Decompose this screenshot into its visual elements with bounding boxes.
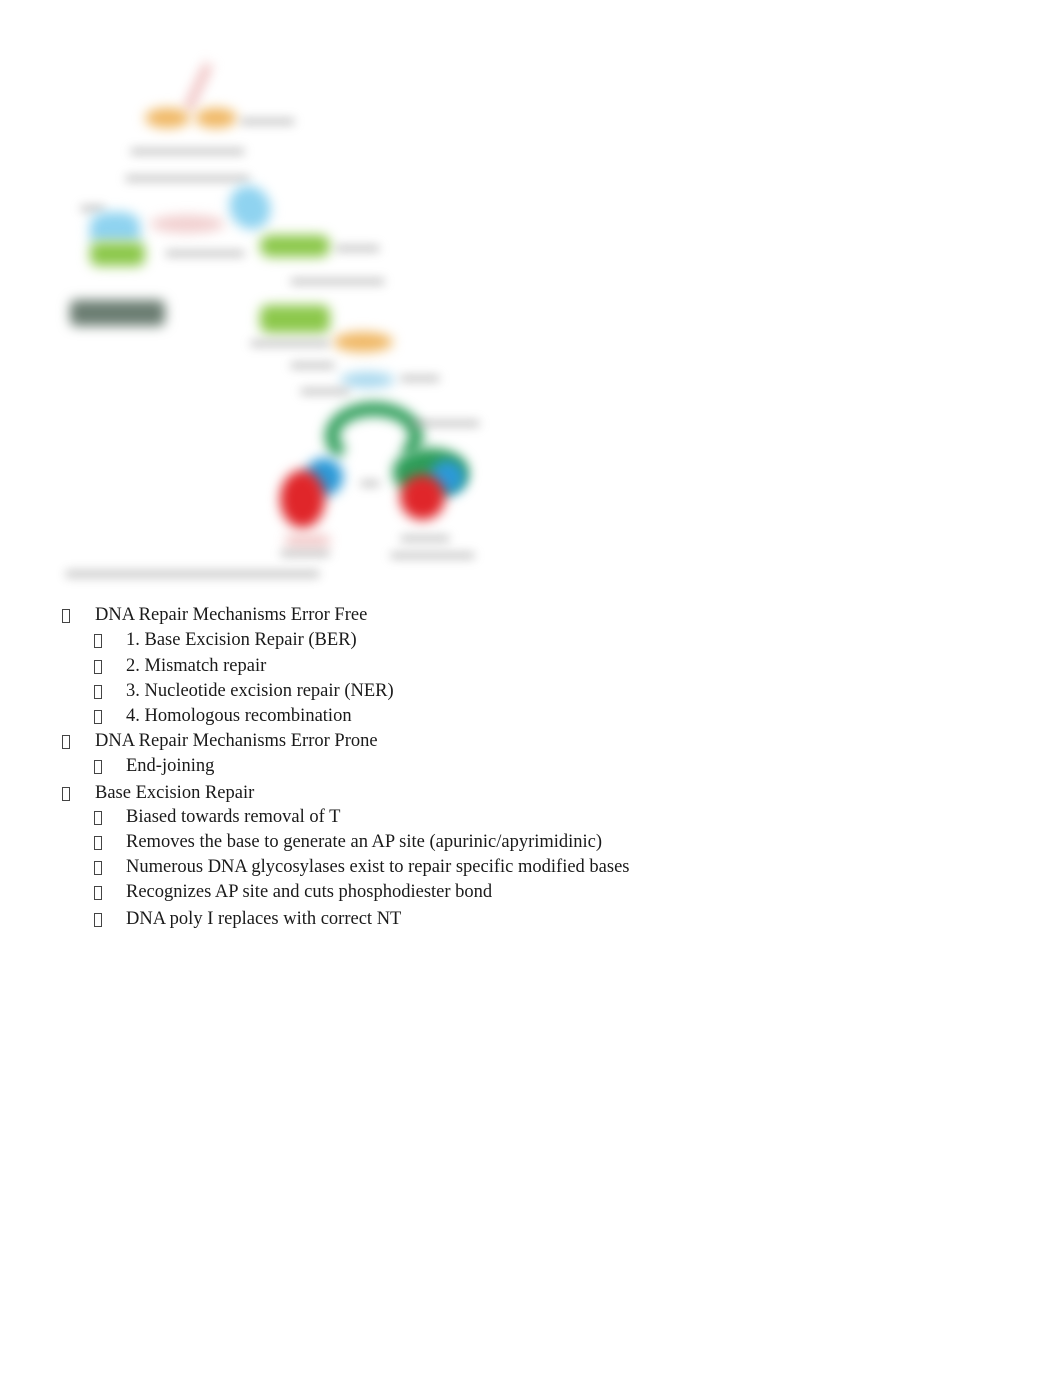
diagram-green-shape	[260, 235, 330, 257]
diagram-label	[290, 362, 335, 369]
diagram-label	[390, 552, 475, 559]
outline-text: DNA Repair Mechanisms Error Prone	[95, 731, 378, 751]
diagram-protein-red	[400, 475, 445, 520]
figure-caption	[65, 570, 320, 578]
bullet-icon	[62, 787, 70, 801]
outline-text: 1. Base Excision Repair (BER)	[126, 630, 357, 650]
outline-text: 2. Mismatch repair	[126, 656, 267, 676]
diagram-label	[130, 148, 245, 155]
bullet-icon	[94, 760, 102, 774]
diagram-green-shape	[260, 305, 330, 333]
diagram-blue-shape	[90, 212, 140, 242]
diagram-label	[280, 550, 330, 557]
outline-text: End-joining	[126, 756, 215, 776]
outline-text: Recognizes AP site and cuts phosphodiest…	[126, 882, 493, 902]
diagram-orange-shape	[195, 108, 237, 128]
diagram-label	[300, 388, 350, 395]
diagram-blue-shape	[221, 178, 279, 237]
diagram-label	[360, 480, 380, 487]
outline-text: Base Excision Repair	[95, 783, 255, 803]
bullet-icon	[94, 811, 102, 825]
outline-text: 3. Nucleotide excision repair (NER)	[126, 681, 394, 701]
outline-text: Numerous DNA glycosylases exist to repai…	[126, 857, 630, 877]
bullet-icon	[94, 634, 102, 648]
outline-text: DNA poly I replaces with correct NT	[126, 909, 402, 929]
diagram-gray-box	[70, 300, 165, 326]
bullet-icon	[94, 836, 102, 850]
diagram-pink-shape	[150, 215, 225, 233]
diagram-label	[250, 340, 330, 347]
bullet-icon	[94, 710, 102, 724]
diagram-label	[240, 118, 295, 125]
bullet-icon	[94, 660, 102, 674]
diagram-label	[410, 420, 480, 427]
outline-text: 4. Homologous recombination	[126, 706, 352, 726]
bullet-icon	[62, 735, 70, 749]
diagram-label	[290, 278, 385, 285]
bullet-icon	[94, 886, 102, 900]
diagram-orange-shape	[145, 108, 190, 128]
diagram-blue-shape	[340, 372, 395, 388]
bullet-icon	[94, 861, 102, 875]
diagram-label	[400, 375, 440, 382]
bullet-icon	[94, 913, 102, 927]
diagram-pink-label	[285, 535, 330, 547]
outline-text: Removes the base to generate an AP site …	[126, 832, 603, 852]
diagram-green-shape	[90, 242, 145, 266]
outline-text: DNA Repair Mechanisms Error Free	[95, 605, 368, 625]
diagram-label	[335, 245, 380, 252]
diagram-label	[125, 175, 250, 182]
diagram-protein-red	[280, 470, 325, 528]
bullet-icon	[94, 685, 102, 699]
diagram-label	[165, 250, 245, 257]
bullet-icon	[62, 609, 70, 623]
diagram-arrow	[184, 63, 212, 111]
diagram-label	[400, 535, 450, 542]
outline-text: Biased towards removal of T	[126, 807, 341, 827]
diagram-orange-shape	[333, 332, 393, 352]
dna-repair-diagram	[55, 50, 495, 595]
diagram-label	[80, 205, 105, 212]
